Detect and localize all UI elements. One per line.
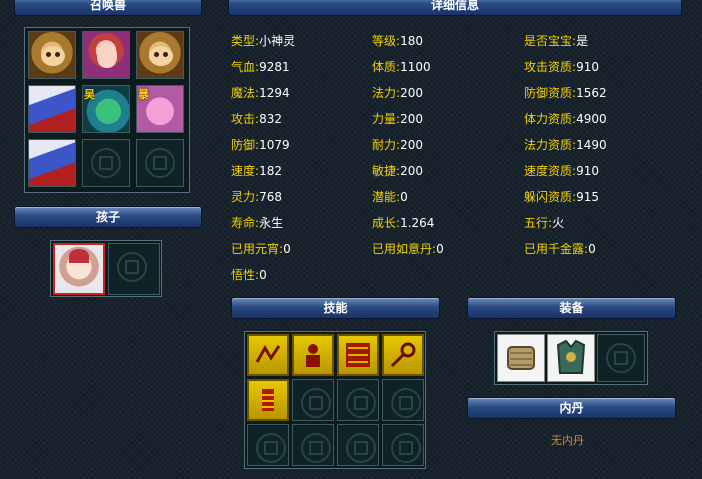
- skill-icon-4[interactable]: [382, 334, 424, 376]
- pig-pet-icon[interactable]: 暴: [136, 85, 184, 133]
- dragon-pet-icon[interactable]: 吴: [82, 85, 130, 133]
- neidan-header: 内丹: [467, 397, 676, 419]
- empty-slot-icon[interactable]: [337, 379, 379, 421]
- fan-item-icon[interactable]: [28, 139, 76, 187]
- bracelet-equip-icon[interactable]: [497, 334, 545, 382]
- empty-slot-icon[interactable]: [382, 379, 424, 421]
- skill-icon-2[interactable]: [292, 334, 334, 376]
- skill-header: 技能: [231, 297, 440, 319]
- stat-spirit: 灵力:768: [231, 190, 282, 204]
- empty-slot-icon[interactable]: [136, 139, 184, 187]
- equip-grid-panel: [494, 331, 648, 385]
- skill-icon-3[interactable]: [337, 334, 379, 376]
- summon-header: 召唤兽: [14, 0, 202, 16]
- stat-hp-aptitude: 体力资质:4900: [524, 112, 607, 126]
- empty-slot-icon[interactable]: [247, 424, 289, 466]
- stat-level: 等级:180: [372, 34, 423, 48]
- pet-tag: 吴: [84, 88, 95, 101]
- neidan-header-label: 内丹: [559, 401, 584, 415]
- monkey-pet-icon[interactable]: [136, 31, 184, 79]
- empty-slot-icon[interactable]: [597, 334, 645, 382]
- child-header: 孩子: [14, 206, 202, 228]
- stat-defense: 防御:1079: [231, 138, 290, 152]
- empty-slot-icon[interactable]: [292, 379, 334, 421]
- stat-qianjinlu: 已用千金露:0: [524, 242, 596, 256]
- stat-magic: 法力:200: [372, 86, 423, 100]
- stat-agility: 敏捷:200: [372, 164, 423, 178]
- stat-defense-aptitude: 防御资质:1562: [524, 86, 607, 100]
- stat-potential: 潜能:0: [372, 190, 408, 204]
- stat-growth: 成长:1.264: [372, 216, 435, 230]
- summon-grid-panel: 吴 暴: [24, 27, 190, 193]
- equip-header-label: 装备: [559, 301, 584, 315]
- empty-slot-icon[interactable]: [337, 424, 379, 466]
- empty-slot-icon[interactable]: [292, 424, 334, 466]
- skill-header-label: 技能: [323, 301, 348, 315]
- stat-comprehension: 悟性:0: [231, 268, 267, 282]
- skill-grid-panel: [244, 331, 426, 469]
- stat-attack: 攻击:832: [231, 112, 282, 126]
- skill-icon-5[interactable]: [247, 379, 289, 421]
- stat-hp: 气血:9281: [231, 60, 290, 74]
- stat-dodge-aptitude: 躲闪资质:915: [524, 190, 599, 204]
- neidan-empty-text: 无内丹: [551, 434, 584, 447]
- empty-slot-icon[interactable]: [382, 424, 424, 466]
- stat-magic-aptitude: 法力资质:1490: [524, 138, 607, 152]
- stat-type: 类型:小神灵: [231, 34, 296, 48]
- girl-pet-icon[interactable]: [82, 31, 130, 79]
- child-avatar-icon[interactable]: [53, 243, 105, 295]
- stat-ruyidan: 已用如意丹:0: [372, 242, 444, 256]
- stat-strength: 力量:200: [372, 112, 423, 126]
- stat-endurance: 耐力:200: [372, 138, 423, 152]
- detail-header-label: 详细信息: [430, 0, 479, 12]
- stat-mp: 魔法:1294: [231, 86, 290, 100]
- pet-tag: 暴: [138, 88, 149, 101]
- summon-header-label: 召唤兽: [89, 0, 126, 12]
- fan-item-icon[interactable]: [28, 85, 76, 133]
- child-grid-panel: [50, 240, 162, 297]
- stat-attack-aptitude: 攻击资质:910: [524, 60, 599, 74]
- monkey-pet-icon[interactable]: [28, 31, 76, 79]
- stat-yuanxiao: 已用元宵:0: [231, 242, 291, 256]
- empty-slot-icon[interactable]: [108, 243, 160, 295]
- stat-lifespan: 寿命:永生: [231, 216, 284, 230]
- equip-header: 装备: [467, 297, 676, 319]
- detail-header: 详细信息: [228, 0, 682, 16]
- stat-is-baby: 是否宝宝:是: [524, 34, 589, 48]
- stat-speed: 速度:182: [231, 164, 282, 178]
- stat-element: 五行:火: [524, 216, 565, 230]
- skill-icon-1[interactable]: [247, 334, 289, 376]
- child-header-label: 孩子: [95, 210, 120, 224]
- stat-speed-aptitude: 速度资质:910: [524, 164, 599, 178]
- empty-slot-icon[interactable]: [82, 139, 130, 187]
- armor-equip-icon[interactable]: [547, 334, 595, 382]
- stat-constitution: 体质:1100: [372, 60, 431, 74]
